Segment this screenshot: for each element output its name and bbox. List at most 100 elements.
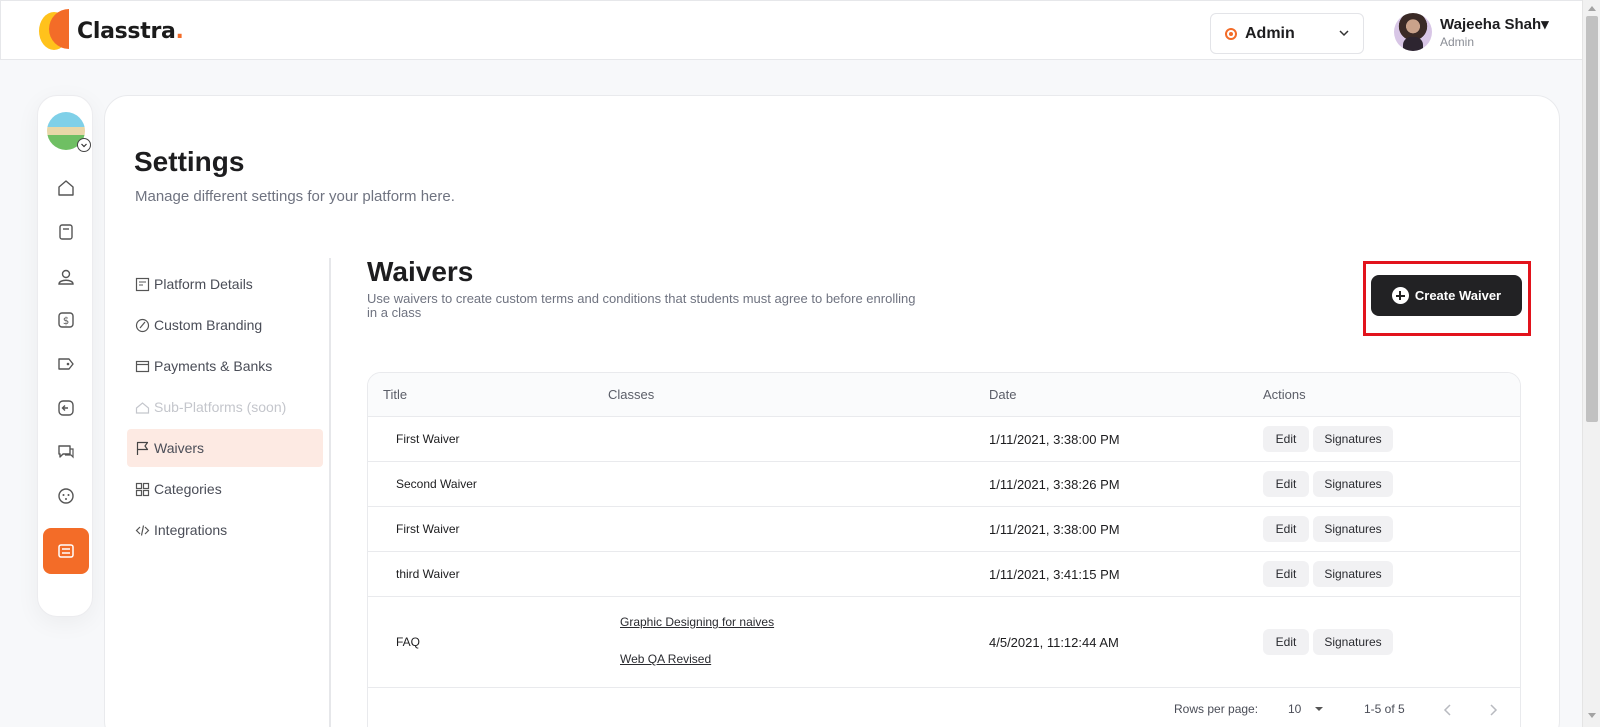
dots-circle-icon[interactable] (56, 486, 76, 506)
custom-branding-icon (135, 318, 150, 332)
menu-item-label: Waivers (154, 440, 205, 456)
menu-item-custom-branding[interactable]: Custom Branding (127, 306, 323, 344)
flag-icon (136, 441, 149, 455)
rows-per-page-select[interactable]: 10 (1288, 702, 1301, 716)
grid-icon (135, 482, 150, 496)
waiver-title: First Waiver (396, 522, 460, 536)
logo-icon (39, 9, 69, 53)
scroll-up-icon[interactable] (1588, 6, 1596, 11)
menu-item-label: Integrations (154, 522, 228, 538)
user-name: Wajeeha Shah▾ (1440, 16, 1549, 33)
platform-details-icon (135, 277, 150, 291)
menu-item-sub-platforms: Sub-Platforms (soon) (127, 388, 323, 426)
waivers-table: Title Classes Date Actions First Waiver … (367, 372, 1521, 727)
plus-circle-icon (1391, 287, 1409, 304)
role-status-icon (1225, 27, 1237, 40)
menu-item-categories[interactable]: Categories (127, 470, 323, 508)
table-row: Second Waiver 1/11/2021, 3:38:26 PM Edit… (368, 462, 1520, 507)
next-page-icon[interactable] (1488, 704, 1498, 716)
previous-page-icon[interactable] (1443, 704, 1453, 716)
create-waiver-button[interactable]: Create Waiver (1371, 275, 1522, 316)
role-select[interactable]: Admin (1210, 13, 1364, 54)
menu-item-integrations[interactable]: Integrations (127, 511, 323, 549)
scroll-thumb[interactable] (1586, 16, 1598, 422)
column-header-date: Date (989, 387, 1017, 402)
table-row: First Waiver 1/11/2021, 3:38:00 PM Edit … (368, 417, 1520, 462)
waiver-date: 1/11/2021, 3:38:26 PM (989, 477, 1120, 492)
table-row: First Waiver 1/11/2021, 3:38:00 PM Edit … (368, 507, 1520, 552)
role-label: Admin (1245, 24, 1295, 42)
chevron-down-icon[interactable] (77, 138, 91, 152)
edit-button[interactable]: Edit (1263, 516, 1309, 542)
table-header: Title Classes Date Actions (368, 373, 1520, 417)
tag-icon[interactable] (56, 354, 76, 374)
user-role: Admin (1440, 35, 1475, 49)
book-icon[interactable] (56, 222, 76, 242)
signatures-button[interactable]: Signatures (1313, 516, 1393, 542)
column-header-title: Title (383, 387, 408, 402)
class-link[interactable]: Graphic Designing for naives (620, 615, 774, 629)
waiver-title: third Waiver (396, 567, 460, 581)
page-title: Settings (134, 146, 245, 177)
chevron-down-icon (1339, 30, 1349, 37)
pagination: Rows per page: 10 1-5 of 5 (368, 688, 1520, 727)
table-row: third Waiver 1/11/2021, 3:41:15 PM Edit … (368, 552, 1520, 597)
logo[interactable]: Classtra. (39, 9, 184, 53)
column-header-classes: Classes (608, 387, 655, 402)
table-row: FAQ Graphic Designing for naives Web QA … (368, 597, 1520, 688)
menu-item-waivers[interactable]: Waivers (127, 429, 323, 467)
back-arrow-icon[interactable] (56, 398, 76, 418)
dollar-icon[interactable]: $ (56, 310, 76, 330)
scroll-down-icon[interactable] (1588, 713, 1596, 718)
code-icon (135, 524, 150, 536)
users-icon[interactable] (56, 267, 76, 287)
waiver-date: 1/11/2021, 3:38:00 PM (989, 432, 1120, 447)
settings-icon (58, 544, 74, 558)
edit-button[interactable]: Edit (1263, 561, 1309, 587)
top-bar: Classtra. Admin Wajeeha Shah▾ Admin (0, 0, 1582, 60)
avatar (1394, 13, 1432, 51)
waivers-subtitle: Use waivers to create custom terms and c… (367, 291, 916, 320)
class-link[interactable]: Web QA Revised (620, 652, 711, 666)
caret-down-icon: ▾ (1541, 16, 1549, 33)
signatures-button[interactable]: Signatures (1313, 561, 1393, 587)
waivers-title: Waivers (367, 256, 474, 287)
signatures-button[interactable]: Signatures (1313, 426, 1393, 452)
menu-item-label: Custom Branding (154, 317, 263, 333)
menu-item-platform-details[interactable]: Platform Details (127, 265, 323, 303)
page-subtitle: Manage different settings for your platf… (135, 188, 455, 205)
signatures-button[interactable]: Signatures (1313, 629, 1393, 655)
settings-menu: Platform Details Custom Branding Payment… (127, 265, 323, 552)
edit-button[interactable]: Edit (1263, 426, 1309, 452)
create-waiver-label: Create Waiver (1414, 288, 1502, 303)
signatures-button[interactable]: Signatures (1313, 471, 1393, 497)
waiver-title: FAQ (396, 635, 421, 649)
side-rail: $ (37, 95, 93, 617)
waiver-date: 4/5/2021, 11:12:44 AM (989, 635, 1119, 650)
edit-button[interactable]: Edit (1263, 471, 1309, 497)
settings-nav-active[interactable] (43, 528, 89, 574)
menu-item-label: Platform Details (154, 276, 253, 292)
menu-item-label: Categories (154, 481, 222, 497)
rows-per-page-label: Rows per page: (1174, 702, 1259, 716)
menu-item-label: Payments & Banks (154, 358, 273, 374)
svg-text:$: $ (63, 316, 69, 327)
waiver-date: 1/11/2021, 3:38:00 PM (989, 522, 1120, 537)
pagination-range: 1-5 of 5 (1364, 702, 1405, 716)
waiver-title: Second Waiver (396, 477, 477, 491)
user-menu[interactable]: Wajeeha Shah▾ Admin (1394, 13, 1549, 51)
waiver-date: 1/11/2021, 3:41:15 PM (989, 567, 1120, 582)
menu-item-label: Sub-Platforms (soon) (154, 399, 287, 415)
chat-icon[interactable] (56, 442, 76, 462)
edit-button[interactable]: Edit (1263, 629, 1309, 655)
sub-platforms-icon (135, 401, 150, 414)
column-header-actions: Actions (1263, 387, 1306, 402)
waiver-title: First Waiver (396, 432, 460, 446)
scrollbar[interactable] (1582, 0, 1600, 727)
menu-divider (329, 258, 331, 727)
menu-item-payments-banks[interactable]: Payments & Banks (127, 347, 323, 385)
brand-name: Classtra. (77, 18, 184, 44)
payments-icon (135, 360, 150, 372)
home-icon[interactable] (56, 178, 76, 198)
caret-down-icon[interactable] (1314, 706, 1324, 712)
